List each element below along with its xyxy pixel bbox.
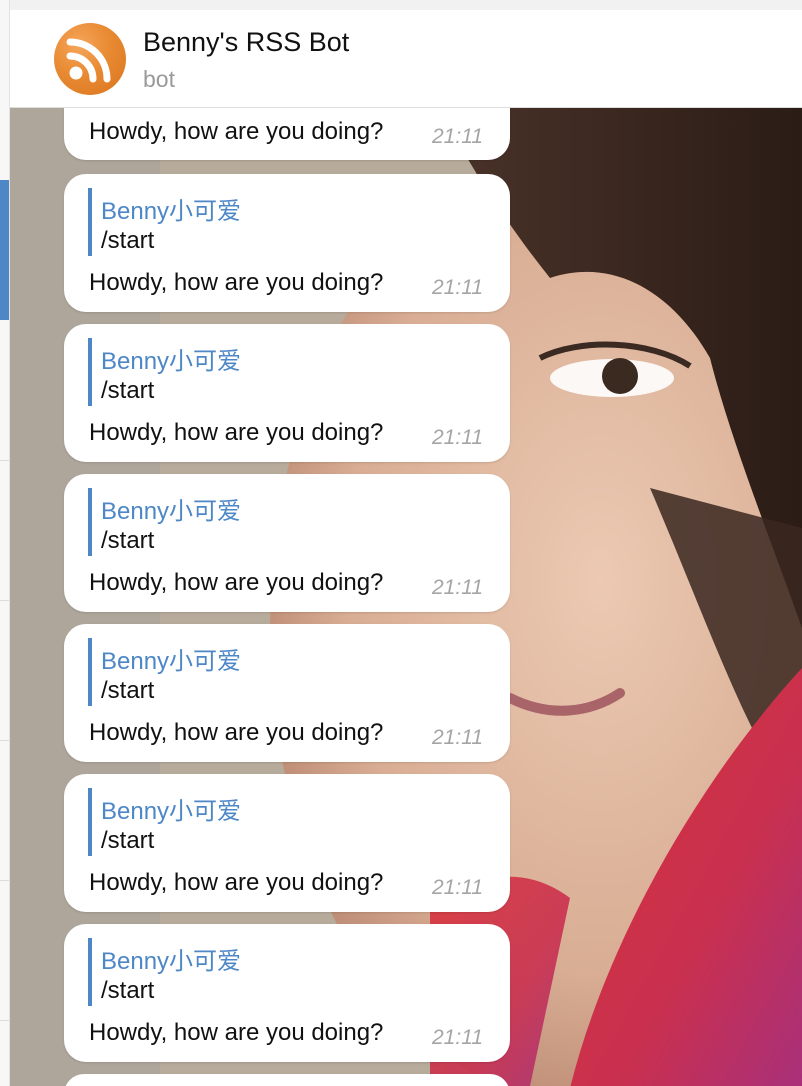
message-time: 21:11 <box>432 876 483 899</box>
chat-list-divider <box>0 460 9 461</box>
reply-text: /start <box>101 827 155 854</box>
message-text: Howdy, how are you doing? <box>89 1019 384 1046</box>
active-chat-indicator <box>0 180 9 320</box>
reply-text: /start <box>101 977 155 1004</box>
message-bubble[interactable]: Benny小可爱 /start Howdy, how are you doing… <box>64 324 510 462</box>
message-text: Howdy, how are you doing? <box>89 269 384 296</box>
message-bubble[interactable]: Benny小可爱 /start Howdy, how are you doing… <box>64 474 510 612</box>
message-text: Howdy, how are you doing? <box>89 569 384 596</box>
message-bubble[interactable]: Benny小可爱 /start Howdy, how are you doing… <box>64 174 510 312</box>
telegram-window: Benny's RSS Bot bot Howdy, how are you d… <box>0 0 802 1086</box>
chat-header[interactable]: Benny's RSS Bot bot <box>10 10 802 108</box>
message-text: Howdy, how are you doing? <box>89 719 384 746</box>
reply-quote[interactable]: Benny小可爱 /start <box>88 938 472 1006</box>
reply-quote[interactable]: Benny小可爱 /start <box>88 788 472 856</box>
rss-icon[interactable] <box>54 23 126 95</box>
reply-author: Benny小可爱 <box>101 198 242 225</box>
message-bubble[interactable]: Benny小可爱 /start Howdy, how are you doing… <box>64 624 510 762</box>
message-history[interactable]: Howdy, how are you doing? 21:11 Benny小可爱… <box>10 108 802 1086</box>
reply-text: /start <box>101 677 155 704</box>
reply-author: Benny小可爱 <box>101 348 242 375</box>
reply-quote[interactable]: Benny小可爱 /start <box>88 488 472 556</box>
reply-author: Benny小可爱 <box>101 798 242 825</box>
message-text: Howdy, how are you doing? <box>89 419 384 446</box>
reply-author: Benny小可爱 <box>101 648 242 675</box>
reply-quote[interactable]: Benny小可爱 /start <box>88 638 472 706</box>
window-top-bar <box>10 0 802 10</box>
message-bubble[interactable]: Howdy, how are you doing? 21:11 <box>64 108 510 160</box>
message-bubble[interactable]: Benny小可爱 /start Howdy, how are you doing… <box>64 774 510 912</box>
message-text: Howdy, how are you doing? <box>89 869 384 896</box>
message-time: 21:11 <box>432 726 483 749</box>
reply-text: /start <box>101 227 155 254</box>
chat-list-divider <box>0 1020 9 1021</box>
chat-list-divider <box>0 740 9 741</box>
chat-list-edge[interactable] <box>0 0 10 1086</box>
reply-quote[interactable]: Benny小可爱 /start <box>88 338 472 406</box>
reply-text: /start <box>101 377 155 404</box>
message-bubble-partial[interactable] <box>64 1074 510 1086</box>
message-bubble[interactable]: Benny小可爱 /start Howdy, how are you doing… <box>64 924 510 1062</box>
message-text: Howdy, how are you doing? <box>89 118 384 145</box>
message-time: 21:11 <box>432 426 483 449</box>
chat-list-divider <box>0 880 9 881</box>
chat-title[interactable]: Benny's RSS Bot <box>143 27 349 58</box>
reply-author: Benny小可爱 <box>101 948 242 975</box>
message-time: 21:11 <box>432 576 483 599</box>
chat-list-divider <box>0 600 9 601</box>
reply-author: Benny小可爱 <box>101 498 242 525</box>
reply-quote[interactable]: Benny小可爱 /start <box>88 188 472 256</box>
reply-text: /start <box>101 527 155 554</box>
message-time: 21:11 <box>432 1026 483 1049</box>
message-time: 21:11 <box>432 276 483 299</box>
chat-subtitle: bot <box>143 66 175 92</box>
message-time: 21:11 <box>432 125 483 148</box>
